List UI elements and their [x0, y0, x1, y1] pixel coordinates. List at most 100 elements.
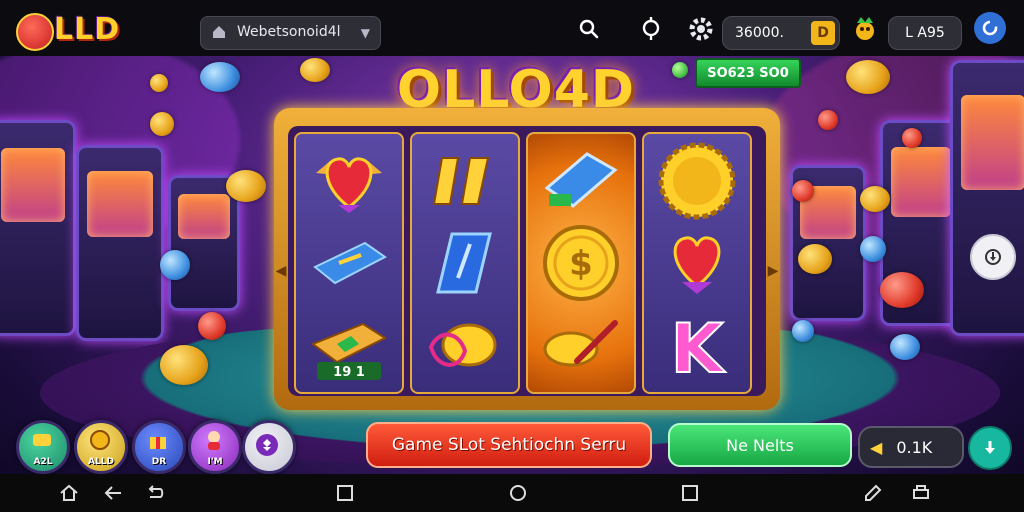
top-bar: LLD Webetsonoid4l ▼ 36000. D L A95: [0, 0, 1024, 56]
feature-button-5[interactable]: [242, 420, 296, 474]
mascot-icon: [856, 17, 874, 40]
letter-k-symbol: K: [657, 310, 737, 380]
nav-home-button[interactable]: [58, 482, 80, 504]
gold-ring-symbol: [425, 310, 505, 380]
edit-icon: [865, 484, 882, 501]
nav-recents-button[interactable]: [679, 482, 701, 504]
user-label[interactable]: L A95: [888, 16, 962, 50]
coin-decor: [890, 334, 920, 360]
coin-decor: [160, 250, 190, 280]
undo-icon: [148, 485, 164, 498]
square-icon: [337, 485, 353, 501]
nav-print-button[interactable]: [910, 482, 932, 504]
feature-button-4[interactable]: I'M: [188, 420, 242, 474]
location-button[interactable]: [636, 14, 666, 44]
refresh-icon: [982, 20, 998, 36]
home-badge-icon: [16, 13, 54, 51]
coin-balance-value: 36000.: [735, 25, 784, 41]
coin-decor: [300, 58, 330, 82]
download-icon: [985, 441, 995, 454]
spin-button[interactable]: Ne Nelts: [668, 423, 852, 467]
arcade-machine: [76, 145, 164, 341]
coin-decor: [160, 345, 208, 385]
gold-tile-symbol: 19 1: [309, 310, 389, 380]
nav-undo-button[interactable]: [144, 482, 166, 504]
coin-decor: [672, 62, 688, 78]
coin-decor: [818, 110, 838, 130]
home-icon: [213, 26, 225, 38]
reel-4: K: [642, 132, 752, 394]
reel-2: [410, 132, 520, 394]
arrow-left-icon: ◀: [870, 437, 883, 457]
coin-decor: [902, 128, 922, 148]
search-button[interactable]: [574, 14, 604, 44]
coin-decor: [846, 60, 890, 94]
letter-k-text: K: [671, 310, 726, 380]
system-nav-bar: [0, 474, 1024, 512]
reel-1: 19 1: [294, 132, 404, 394]
square-icon: [682, 485, 698, 501]
chevron-left-icon: ◀: [275, 263, 287, 279]
feature-button-3[interactable]: DR: [132, 420, 186, 474]
arcade-machine: [0, 120, 76, 336]
reels-area: 19 1 $ K: [288, 126, 766, 396]
svg-text:$: $: [569, 244, 593, 284]
coin-decor: [198, 312, 226, 340]
gear-icon: [689, 17, 713, 41]
brush-icon: [33, 434, 51, 446]
info-button[interactable]: [970, 234, 1016, 280]
feature-button-1[interactable]: A2L: [16, 420, 70, 474]
refresh-button[interactable]: [974, 12, 1006, 44]
coin-decor: [792, 180, 814, 202]
nav-circle-button[interactable]: [507, 482, 529, 504]
coin-decor: [792, 320, 814, 342]
feature-button-2[interactable]: ALLD: [74, 420, 128, 474]
jackpot-display: SO623 SO0: [695, 58, 801, 88]
search-value: Webetsonoid4l: [237, 24, 341, 40]
slot-machine-frame: ◀ ▶ 19 1 $ K: [274, 108, 780, 410]
dollar-coin-symbol: $: [541, 225, 621, 301]
nav-edit-button[interactable]: [862, 482, 884, 504]
search-dropdown[interactable]: Webetsonoid4l ▼: [200, 16, 381, 50]
blue-ticket-symbol: [541, 146, 621, 216]
home-icon: [60, 484, 78, 501]
gold-medal-symbol: [657, 142, 737, 220]
coin-decor: [226, 170, 266, 202]
gold-bar-symbol: [309, 228, 389, 298]
blue-card-symbol: [425, 228, 505, 298]
avatar[interactable]: [850, 14, 880, 44]
coin-balance[interactable]: 36000. D: [722, 16, 840, 50]
bet-value: 0.1K: [896, 437, 933, 457]
coin-decor: [860, 186, 890, 212]
coin-decor: [860, 236, 886, 262]
nav-back-button[interactable]: [102, 482, 124, 504]
coin-decor: [880, 272, 924, 308]
coin-wand-symbol: [541, 310, 621, 380]
logo-text: LLD: [54, 12, 121, 47]
feature-button-4-label: I'M: [207, 457, 223, 467]
game-slot-button[interactable]: Game SLot Sehtiochn Serru: [366, 422, 652, 468]
feature-button-1-label: A2L: [33, 457, 53, 467]
red-heart-symbol: [657, 228, 737, 298]
coin-decor: [150, 112, 174, 136]
nav-square-button[interactable]: [334, 482, 356, 504]
feature-button-3-label: DR: [151, 457, 167, 467]
chevron-right-icon: ▶: [767, 263, 779, 279]
gift-icon: [150, 437, 166, 449]
back-arrow-icon: [104, 486, 121, 500]
pin-icon: [642, 17, 660, 40]
coin-decor: [200, 62, 240, 92]
coin-icon: [90, 430, 110, 450]
arcade-machine: [950, 60, 1024, 336]
arrow-down-icon: [985, 249, 1001, 265]
heart-wings-symbol: [309, 146, 389, 216]
feature-button-2-label: ALLD: [88, 457, 114, 467]
game-logo[interactable]: LLD: [16, 10, 140, 51]
reel1-bottom-label: 19 1: [333, 365, 365, 380]
chevron-down-icon: ▼: [360, 26, 370, 40]
settings-button[interactable]: [686, 14, 716, 44]
download-button[interactable]: [968, 426, 1012, 470]
coin-badge: D: [811, 21, 835, 45]
bet-display[interactable]: ◀ 0.1K: [858, 426, 964, 468]
reel-3: $: [526, 132, 636, 394]
